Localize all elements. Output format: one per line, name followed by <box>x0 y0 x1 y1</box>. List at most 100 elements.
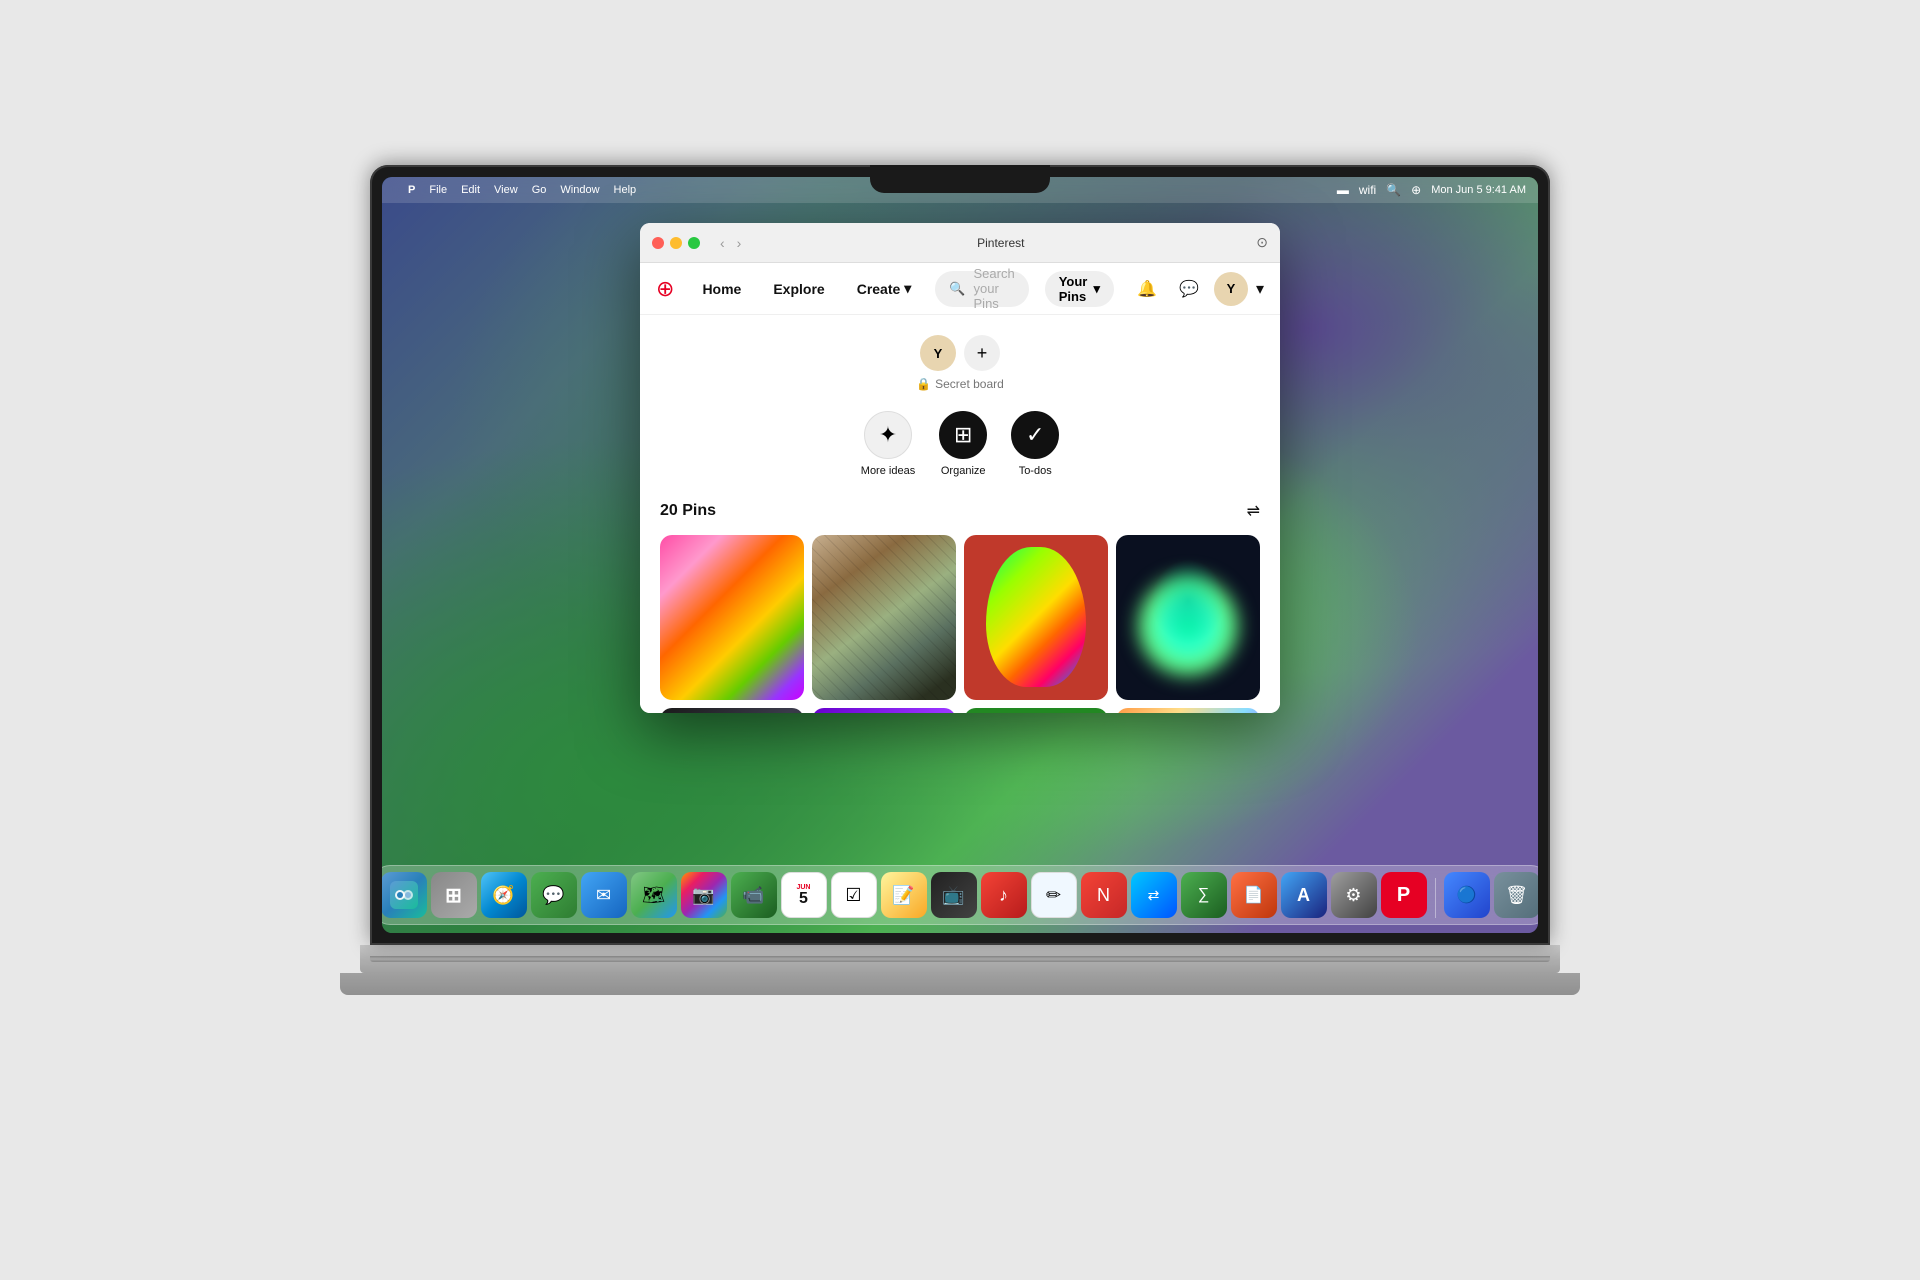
desktop-content: ‹ › Pinterest ⊙ ⊕ <box>382 203 1538 848</box>
board-label: 🔒 Secret board <box>916 377 1004 391</box>
dock-app-news[interactable]: N <box>1081 872 1127 918</box>
dock-app-freeform[interactable]: ✏ <box>1031 872 1077 918</box>
menu-view[interactable]: View <box>494 184 518 196</box>
pinterest-nav: ⊕ Home Explore Create ▾ 🔍 Search your Pi… <box>640 263 1280 315</box>
minimize-button[interactable] <box>670 237 682 249</box>
browser-title: Pinterest <box>977 236 1024 250</box>
create-button[interactable]: Create ▾ <box>849 274 920 303</box>
wifi-icon: wifi <box>1359 183 1376 197</box>
desktop: P File Edit View Go Window Help ▬ wifi 🔍… <box>382 177 1538 933</box>
menu-bar-left: P File Edit View Go Window Help <box>394 184 636 196</box>
create-chevron-icon: ▾ <box>904 280 911 297</box>
dock-app-photos[interactable]: 📷 <box>681 872 727 918</box>
pin-card[interactable] <box>964 708 1108 713</box>
todos-action[interactable]: ✓ To-dos <box>1011 411 1059 477</box>
menu-file[interactable]: File <box>429 184 447 196</box>
search-bar[interactable]: 🔍 Search your Pins <box>935 271 1028 307</box>
pin-card[interactable]: + <box>812 708 956 713</box>
macbook-base <box>360 945 1560 973</box>
menu-help[interactable]: Help <box>614 184 637 196</box>
your-pins-label: Your Pins <box>1059 274 1088 304</box>
todos-icon-circle: ✓ <box>1011 411 1059 459</box>
menu-go[interactable]: Go <box>532 184 547 196</box>
screen-bezel: P File Edit View Go Window Help ▬ wifi 🔍… <box>382 177 1538 933</box>
back-button[interactable]: ‹ <box>716 233 729 253</box>
organize-action[interactable]: ⊞ Organize <box>939 411 987 477</box>
todos-icon: ✓ <box>1026 422 1044 448</box>
pinterest-logo-icon[interactable]: ⊕ <box>656 276 674 302</box>
dock-app-settings[interactable]: ⚙ <box>1331 872 1377 918</box>
menu-window[interactable]: Window <box>560 184 599 196</box>
menu-date-time: Mon Jun 5 9:41 AM <box>1431 184 1526 196</box>
more-ideas-icon: ✦ <box>879 422 897 448</box>
dock-app-notes[interactable]: 📝 <box>881 872 927 918</box>
dock-area: ⊞ 🧭 💬 ✉ 🗺 <box>382 848 1538 933</box>
macbook-bottom <box>340 973 1580 995</box>
pin-card[interactable] <box>660 708 804 713</box>
nav-buttons: ‹ › <box>716 233 745 253</box>
browser-address-bar[interactable]: Pinterest <box>753 236 1248 250</box>
browser-chrome: ‹ › Pinterest ⊙ <box>640 223 1280 263</box>
dock-app-pinterest[interactable]: P <box>1381 872 1427 918</box>
dock-app-calendar[interactable]: JUN 5 <box>781 872 827 918</box>
dock-app-mail[interactable]: ✉ <box>581 872 627 918</box>
pin-card[interactable] <box>812 535 956 700</box>
close-button[interactable] <box>652 237 664 249</box>
profile-chevron-icon[interactable]: ▾ <box>1256 279 1264 299</box>
your-pins-button[interactable]: Your Pins ▾ <box>1045 271 1114 307</box>
menu-edit[interactable]: Edit <box>461 184 480 196</box>
your-pins-chevron-icon: ▾ <box>1093 281 1100 297</box>
organize-icon: ⊞ <box>954 422 972 448</box>
lock-icon: 🔒 <box>916 377 931 391</box>
dock-app-translate[interactable]: ⇄ <box>1131 872 1177 918</box>
home-nav-link[interactable]: Home <box>694 275 749 303</box>
maximize-button[interactable] <box>688 237 700 249</box>
add-collaborator-button[interactable]: + <box>964 335 1000 371</box>
messages-button[interactable]: 💬 <box>1172 272 1206 306</box>
filter-icon[interactable]: ⇌ <box>1247 501 1260 521</box>
organize-label: Organize <box>941 465 986 477</box>
board-avatar: Y <box>920 335 956 371</box>
dock-app-finder[interactable] <box>382 872 427 918</box>
share-button[interactable]: ⊙ <box>1256 234 1268 251</box>
dock-app-numbers[interactable]: ∑ <box>1181 872 1227 918</box>
search-menu-icon[interactable]: 🔍 <box>1386 183 1401 197</box>
more-ideas-icon-circle: ✦ <box>864 411 912 459</box>
pinterest-app: ⊕ Home Explore Create ▾ 🔍 Search your Pi… <box>640 263 1280 713</box>
pin-card[interactable] <box>964 535 1108 700</box>
pins-header: 20 Pins ⇌ <box>660 501 1260 521</box>
macbook-frame: P File Edit View Go Window Help ▬ wifi 🔍… <box>320 165 1600 1115</box>
board-name: Secret board <box>935 377 1004 391</box>
menu-app-name[interactable]: P <box>408 184 415 196</box>
menu-bar-right: ▬ wifi 🔍 ⊕ Mon Jun 5 9:41 AM <box>1337 183 1526 197</box>
dock-app-facetime[interactable]: 📹 <box>731 872 777 918</box>
dock-app-appstore[interactable]: A <box>1281 872 1327 918</box>
search-icon: 🔍 <box>949 281 965 297</box>
dock-app-reminders[interactable]: ☑ <box>831 872 877 918</box>
dock-app-music[interactable]: ♪ <box>981 872 1027 918</box>
pin-card[interactable] <box>1116 535 1260 700</box>
pin-card[interactable]: ? <box>1116 708 1260 713</box>
organize-icon-circle: ⊞ <box>939 411 987 459</box>
pins-grid: + ? <box>660 535 1260 713</box>
screen-lid: P File Edit View Go Window Help ▬ wifi 🔍… <box>370 165 1550 945</box>
forward-button[interactable]: › <box>733 233 746 253</box>
more-ideas-label: More ideas <box>861 465 915 477</box>
create-label: Create <box>857 281 901 297</box>
dock-app-tv[interactable]: 📺 <box>931 872 977 918</box>
board-header: Y + 🔒 Secret board <box>660 335 1260 391</box>
dock-app-messages[interactable]: 💬 <box>531 872 577 918</box>
dock-app-launchpad[interactable]: ⊞ <box>431 872 477 918</box>
pin-card[interactable] <box>660 535 804 700</box>
notifications-button[interactable]: 🔔 <box>1130 272 1164 306</box>
dock-app-pages[interactable]: 📄 <box>1231 872 1277 918</box>
control-center-icon[interactable]: ⊕ <box>1411 183 1421 197</box>
dock-app-maps[interactable]: 🗺 <box>631 872 677 918</box>
explore-nav-link[interactable]: Explore <box>765 275 832 303</box>
avatar-button[interactable]: Y <box>1214 272 1248 306</box>
dock-app-trash[interactable]: 🗑 <box>1494 872 1539 918</box>
more-ideas-action[interactable]: ✦ More ideas <box>861 411 915 477</box>
dock-app-unknown[interactable]: 🔵 <box>1444 872 1490 918</box>
dock: ⊞ 🧭 💬 ✉ 🗺 <box>382 865 1538 925</box>
dock-app-safari[interactable]: 🧭 <box>481 872 527 918</box>
